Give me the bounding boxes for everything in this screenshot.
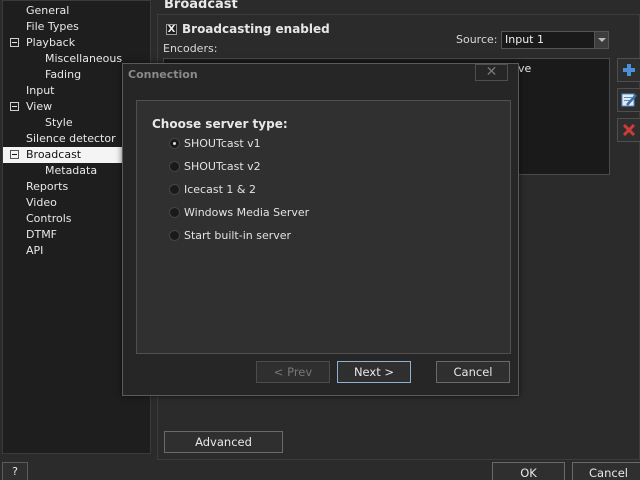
radio-label[interactable]: SHOUTcast v2	[184, 159, 261, 175]
sidebar-item-broadcast[interactable]: Broadcast	[3, 147, 123, 163]
sidebar-item-label: Style	[45, 116, 73, 129]
help-button[interactable]: ?	[2, 462, 28, 480]
radio-label[interactable]: Icecast 1 & 2	[184, 182, 256, 198]
advanced-button[interactable]: Advanced	[164, 431, 283, 453]
remove-encoder-button[interactable]	[617, 118, 640, 142]
plus-icon	[623, 64, 635, 76]
sidebar-item-label: Silence detector	[26, 132, 116, 145]
sidebar-item-file-types[interactable]: File Types	[3, 19, 150, 35]
close-button[interactable]: ✕	[475, 64, 508, 81]
prev-button[interactable]: < Prev	[256, 361, 330, 383]
collapse-icon[interactable]	[10, 38, 19, 47]
radio-label[interactable]: Windows Media Server	[184, 205, 309, 221]
page-title: Broadcast	[164, 0, 238, 12]
radio-button[interactable]	[169, 161, 180, 172]
source-select-value: Input 1	[505, 33, 544, 46]
sidebar-item-general[interactable]: General	[3, 3, 150, 19]
delete-icon	[622, 123, 636, 137]
sidebar-item-label: Miscellaneous	[45, 52, 123, 65]
cancel-button[interactable]: Cancel	[572, 462, 640, 480]
sidebar-item-label: Playback	[26, 36, 76, 49]
dialog-title: Connection	[128, 68, 198, 81]
list-item[interactable]: ve	[518, 62, 531, 75]
sidebar-item-label: Metadata	[45, 164, 98, 177]
radio-button[interactable]	[169, 230, 180, 241]
source-label: Source:	[456, 33, 498, 46]
sidebar-item-label: Broadcast	[26, 148, 82, 161]
ok-button[interactable]: OK	[492, 462, 565, 480]
edit-encoder-button[interactable]	[617, 88, 640, 112]
collapse-icon[interactable]	[10, 102, 19, 111]
edit-icon	[621, 93, 637, 107]
sidebar-item-label: DTMF	[26, 228, 58, 241]
radio-label[interactable]: SHOUTcast v1	[184, 136, 261, 152]
collapse-icon[interactable]	[10, 150, 19, 159]
connection-dialog: Connection ✕ Choose server type: SHOUTca…	[122, 63, 519, 396]
chevron-down-icon[interactable]	[594, 32, 608, 48]
encoders-label: Encoders:	[163, 42, 218, 55]
sidebar-item-label: Fading	[45, 68, 82, 81]
sidebar-item-label: View	[26, 100, 53, 113]
radio-button[interactable]	[169, 207, 180, 218]
sidebar-item-label: General	[26, 4, 70, 17]
sidebar-item-label: File Types	[26, 20, 79, 33]
close-icon: ✕	[485, 64, 498, 80]
dialog-cancel-button[interactable]: Cancel	[436, 361, 510, 383]
add-encoder-button[interactable]	[617, 58, 640, 82]
dialog-content: Choose server type: SHOUTcast v1 SHOUTcas…	[136, 100, 511, 354]
sidebar-item-playback[interactable]: Playback	[3, 35, 150, 51]
sidebar-item-label: Reports	[26, 180, 69, 193]
broadcasting-enabled-label[interactable]: Broadcasting enabled	[182, 22, 330, 36]
radio-button[interactable]	[169, 138, 180, 149]
sidebar-item-label: Controls	[26, 212, 72, 225]
sidebar-item-label: Input	[26, 84, 55, 97]
radio-label[interactable]: Start built-in server	[184, 228, 291, 244]
source-select[interactable]: Input 1	[501, 31, 609, 49]
server-type-heading: Choose server type:	[152, 117, 288, 131]
sidebar-item-label: Video	[26, 196, 57, 209]
radio-button[interactable]	[169, 184, 180, 195]
sidebar-item-label: API	[26, 244, 44, 257]
next-button[interactable]: Next >	[337, 361, 411, 383]
broadcasting-enabled-checkbox[interactable]: X	[166, 24, 177, 35]
